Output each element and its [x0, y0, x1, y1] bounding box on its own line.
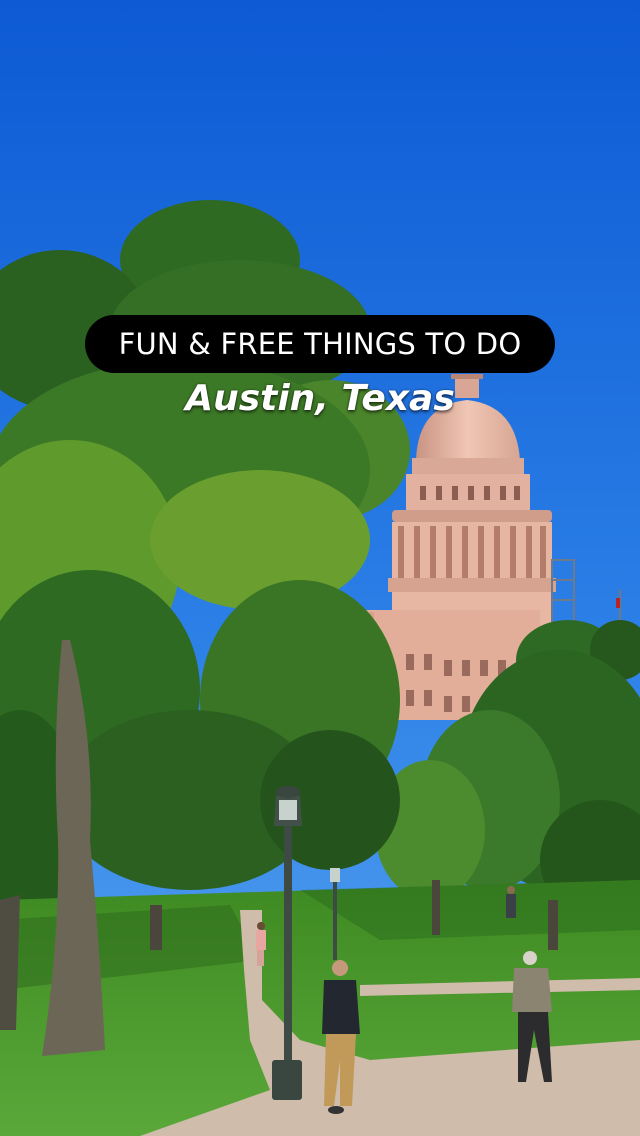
headline-banner: FUN & FREE THINGS TO DO [85, 315, 555, 373]
photo-scene [0, 0, 640, 1136]
person-far-right [506, 886, 516, 918]
headline-text: FUN & FREE THINGS TO DO [118, 327, 522, 361]
location-title: Austin, Texas [185, 378, 455, 419]
